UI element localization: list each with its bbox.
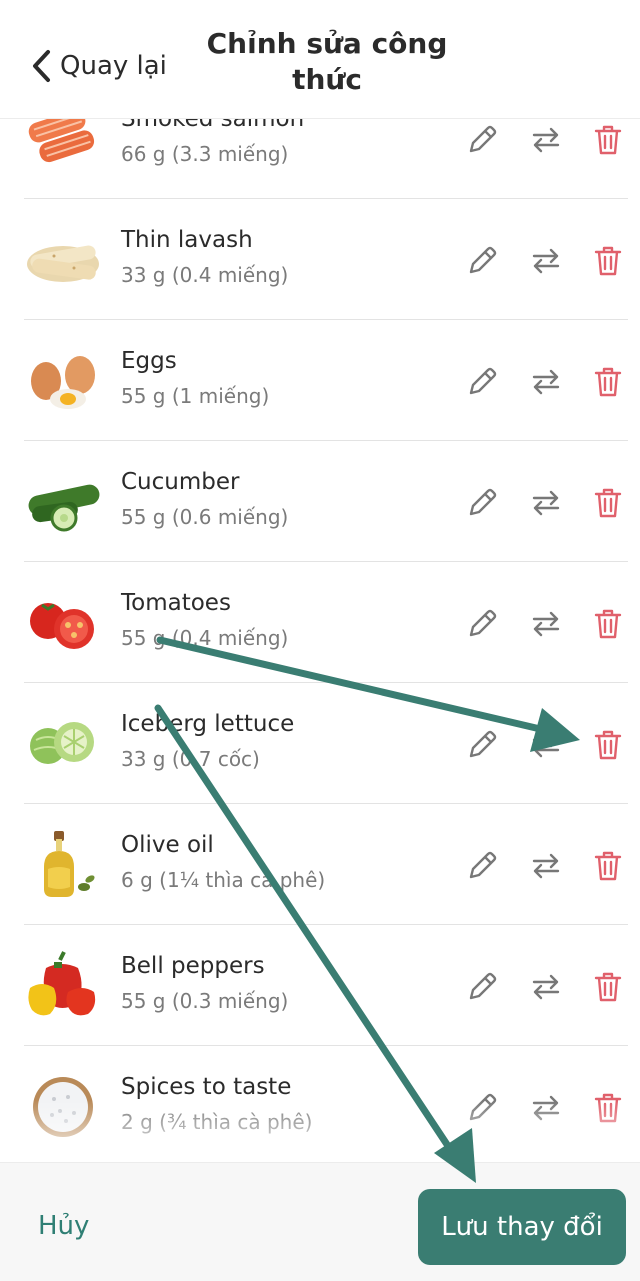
edit-button[interactable] [464,969,500,1005]
ingredient-row: Thin lavash 33 g (0.4 miếng) [0,199,640,320]
ingredient-name: Thin lavash [121,227,253,253]
swap-button[interactable] [528,848,564,884]
ingredient-amount: 6 g (1¼ thìa cà phê) [121,868,326,892]
cancel-button[interactable]: Hủy [38,1211,89,1241]
swap-button[interactable] [528,727,564,763]
salt-image [33,1077,93,1137]
swap-arrows-icon [532,1095,560,1121]
ingredient-name: Iceberg lettuce [121,711,295,737]
pencil-icon [469,972,497,1000]
olive-oil-image [44,831,95,897]
back-label: Quay lại [60,51,167,81]
swap-arrows-icon [532,611,560,637]
ingredient-amount: 55 g (0.6 miếng) [121,505,289,529]
edit-button[interactable] [464,122,500,158]
back-button[interactable]: Quay lại [30,44,167,88]
ingredient-name: Eggs [121,348,177,374]
ingredient-amount: 66 g (3.3 miếng) [121,142,289,166]
ingredient-row: Olive oil 6 g (1¼ thìa cà phê) [0,804,640,925]
ingredient-amount: 2 g (¾ thìa cà phê) [121,1110,313,1134]
pencil-icon [469,125,497,153]
swap-arrows-icon [532,853,560,879]
delete-button[interactable] [590,122,626,158]
pencil-icon [469,488,497,516]
ingredient-row: Spices to taste 2 g (¾ thìa cà phê) [0,1046,640,1165]
delete-button[interactable] [590,1090,626,1126]
swap-button[interactable] [528,485,564,521]
trash-icon [594,851,622,881]
save-button[interactable]: Lưu thay đổi [418,1189,626,1265]
trash-icon [594,488,622,518]
trash-icon [594,972,622,1002]
edit-button[interactable] [464,1090,500,1126]
swap-button[interactable] [528,606,564,642]
ingredient-amount: 55 g (0.3 miếng) [121,989,289,1013]
pencil-icon [469,851,497,879]
pencil-icon [469,367,497,395]
pencil-icon [469,730,497,758]
ingredient-amount: 33 g (0.4 miếng) [121,263,289,287]
ingredient-amount: 33 g (0.7 cốc) [121,747,260,771]
ingredient-row: Iceberg lettuce 33 g (0.7 cốc) [0,683,640,804]
eggs-image [31,356,95,409]
tomatoes-image [30,603,94,649]
edit-button[interactable] [464,485,500,521]
cucumber-image [28,484,100,532]
ingredient-name: Spices to taste [121,1074,292,1100]
delete-button[interactable] [590,364,626,400]
delete-button[interactable] [590,606,626,642]
delete-button[interactable] [590,243,626,279]
delete-button[interactable] [590,848,626,884]
footer-bar: Hủy Lưu thay đổi [0,1162,640,1281]
pencil-icon [469,1093,497,1121]
ingredient-amount: 55 g (1 miếng) [121,384,270,408]
ingredient-name: Bell peppers [121,953,265,979]
swap-button[interactable] [528,1090,564,1126]
lavash-image [27,245,99,282]
swap-arrows-icon [532,732,560,758]
edit-button[interactable] [464,727,500,763]
swap-button[interactable] [528,122,564,158]
trash-icon [594,125,622,155]
edit-button[interactable] [464,848,500,884]
lettuce-image [30,722,94,764]
pencil-icon [469,246,497,274]
ingredient-row: Tomatoes 55 g (0.4 miếng) [0,562,640,683]
swap-button[interactable] [528,364,564,400]
edit-button[interactable] [464,243,500,279]
swap-arrows-icon [532,127,560,153]
trash-icon [594,367,622,397]
delete-button[interactable] [590,727,626,763]
ingredient-row: Eggs 55 g (1 miếng) [0,320,640,441]
swap-arrows-icon [532,974,560,1000]
swap-button[interactable] [528,969,564,1005]
swap-arrows-icon [532,369,560,395]
bell-peppers-image [28,951,96,1016]
swap-arrows-icon [532,490,560,516]
ingredient-name: Tomatoes [121,590,231,616]
trash-icon [594,730,622,760]
ingredient-name: Olive oil [121,832,214,858]
header-bar: Quay lại Chỉnh sửa công thức [0,0,640,119]
ingredient-list[interactable]: Smoked salmon 66 g (3.3 miếng) Thin lava… [0,80,640,1165]
ingredient-name: Cucumber [121,469,240,495]
edit-button[interactable] [464,606,500,642]
chevron-left-icon [33,50,50,82]
ingredient-amount: 55 g (0.4 miếng) [121,626,289,650]
delete-button[interactable] [590,485,626,521]
pencil-icon [469,609,497,637]
swap-arrows-icon [532,248,560,274]
swap-button[interactable] [528,243,564,279]
trash-icon [594,246,622,276]
ingredient-row: Bell peppers 55 g (0.3 miếng) [0,925,640,1046]
trash-icon [594,609,622,639]
page-title: Chỉnh sửa công thức [206,27,448,96]
trash-icon [594,1093,622,1123]
delete-button[interactable] [590,969,626,1005]
ingredient-row: Cucumber 55 g (0.6 miếng) [0,441,640,562]
edit-button[interactable] [464,364,500,400]
